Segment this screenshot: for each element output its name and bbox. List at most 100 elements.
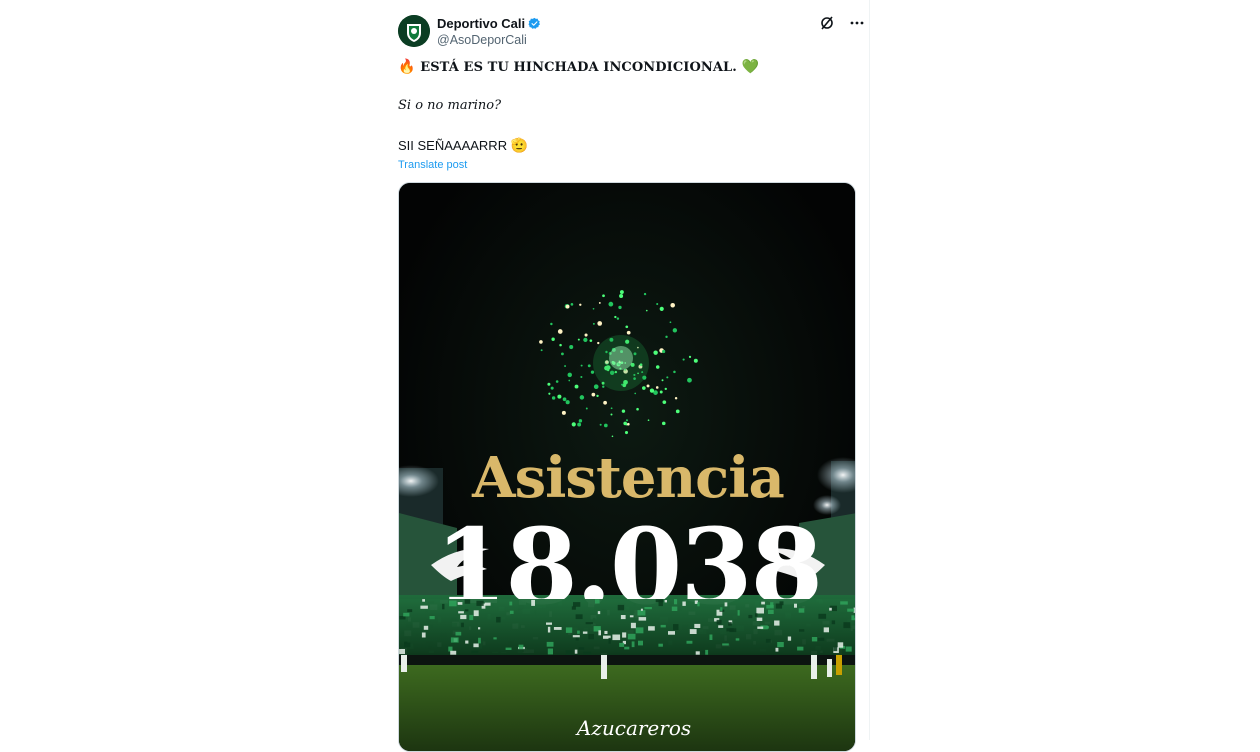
firework-spark bbox=[645, 309, 648, 312]
firework-spark bbox=[614, 315, 617, 319]
firework-spark bbox=[590, 370, 595, 374]
fire-emoji: 🔥 bbox=[398, 59, 416, 75]
author-handle[interactable]: @AsoDeporCali bbox=[437, 33, 541, 47]
firework-spark bbox=[636, 407, 639, 411]
crowd-speck bbox=[761, 601, 765, 605]
attendance-graphic: Asistencia 18.038 Azucareros bbox=[399, 183, 855, 751]
crowd-speck bbox=[420, 605, 428, 609]
grok-icon[interactable] bbox=[818, 14, 836, 32]
crowd-speck bbox=[577, 630, 580, 634]
crowd-speck bbox=[531, 599, 535, 606]
crowd-speck bbox=[754, 613, 758, 617]
firework-spark bbox=[662, 349, 666, 354]
firework-spark bbox=[550, 322, 553, 326]
firework-spark bbox=[602, 385, 605, 388]
crowd-speck bbox=[442, 603, 445, 610]
firework-spark bbox=[597, 321, 603, 326]
crowd-speck bbox=[546, 641, 554, 647]
firework-spark bbox=[561, 410, 566, 415]
more-icon[interactable] bbox=[848, 14, 866, 32]
crowd-speck bbox=[595, 599, 600, 604]
crowd-speck bbox=[766, 604, 774, 609]
firework-spark bbox=[562, 397, 567, 402]
firework-spark bbox=[584, 333, 588, 337]
crowd-speck bbox=[705, 649, 709, 655]
firework-spark bbox=[565, 400, 570, 405]
crowd-speck bbox=[622, 632, 627, 638]
crowd-speck bbox=[457, 602, 463, 605]
crowd-speck bbox=[728, 622, 732, 626]
firework-spark bbox=[687, 377, 692, 383]
crowd-speck bbox=[797, 646, 804, 651]
crowd-speck bbox=[565, 650, 573, 655]
firework-spark bbox=[603, 423, 608, 428]
crowd-speck bbox=[493, 637, 497, 640]
crowd-speck bbox=[829, 607, 832, 611]
firework-spark bbox=[551, 396, 556, 400]
firework-spark bbox=[625, 419, 629, 422]
deportivo-cali-crest-icon bbox=[398, 15, 430, 47]
crowd-speck bbox=[768, 609, 774, 614]
crowd-speck bbox=[811, 637, 818, 642]
crowd-speck bbox=[547, 626, 551, 633]
crowd-speck bbox=[635, 627, 644, 634]
crowd-speck bbox=[756, 617, 763, 621]
firework-spark bbox=[653, 350, 658, 355]
crowd-speck bbox=[465, 640, 469, 644]
crowd-speck bbox=[571, 606, 576, 610]
crowd-speck bbox=[724, 602, 728, 607]
crowd-speck bbox=[582, 631, 588, 634]
crowd-speck bbox=[818, 613, 827, 619]
crowd-speck bbox=[798, 608, 805, 613]
firework-spark bbox=[674, 397, 678, 400]
firework-spark bbox=[623, 421, 627, 426]
crowd-speck bbox=[837, 642, 844, 648]
crowd-speck bbox=[674, 599, 678, 605]
crowd-speck bbox=[682, 601, 686, 606]
crowd-speck bbox=[716, 619, 722, 625]
firework-spark bbox=[547, 382, 551, 386]
firework-spark bbox=[610, 407, 613, 410]
crowd-speck bbox=[709, 634, 713, 640]
crowd-speck bbox=[631, 641, 635, 648]
author-name[interactable]: Deportivo Cali bbox=[437, 16, 525, 31]
crowd-speck bbox=[604, 630, 608, 634]
crowd-speck bbox=[565, 627, 573, 633]
firework-spark bbox=[599, 423, 602, 426]
post-text-cheer: SII SEÑAAAARRR bbox=[398, 138, 508, 153]
firework-spark bbox=[580, 364, 583, 367]
crowd-speck bbox=[823, 627, 829, 633]
firework-spark bbox=[603, 400, 607, 405]
crowd-speck bbox=[722, 643, 729, 646]
crowd-speck bbox=[575, 614, 583, 620]
crowd-speck bbox=[518, 644, 524, 650]
firework-spark bbox=[619, 293, 624, 298]
firework-spark bbox=[618, 305, 622, 310]
crowd-speck bbox=[777, 642, 784, 648]
firework-spark bbox=[619, 290, 624, 295]
crowd-speck bbox=[505, 647, 512, 650]
crowd-speck bbox=[775, 647, 779, 652]
crowd-speck bbox=[794, 603, 797, 608]
firework-spark bbox=[608, 301, 614, 307]
post-media-image[interactable]: Asistencia 18.038 Azucareros bbox=[398, 182, 856, 752]
firework-spark bbox=[610, 413, 613, 416]
crowd-speck bbox=[748, 614, 753, 619]
firework-spark bbox=[649, 388, 655, 393]
translate-post-link[interactable]: Translate post bbox=[398, 159, 467, 171]
crowd-speck bbox=[496, 616, 501, 623]
crowd-speck bbox=[629, 615, 634, 618]
crowd-speck bbox=[831, 620, 836, 625]
firework-spark bbox=[555, 380, 559, 383]
firework-spark bbox=[569, 345, 574, 350]
crowd-speck bbox=[478, 637, 481, 644]
firework-spark bbox=[578, 419, 583, 423]
crowd-speck bbox=[583, 651, 592, 655]
avatar[interactable] bbox=[398, 15, 430, 47]
crowd-speck bbox=[572, 635, 580, 638]
crowd-speck bbox=[697, 602, 700, 607]
firework-spark bbox=[655, 365, 660, 369]
firework-spark bbox=[673, 370, 676, 374]
crowd-speck bbox=[403, 612, 410, 617]
firework-spark bbox=[672, 328, 678, 333]
